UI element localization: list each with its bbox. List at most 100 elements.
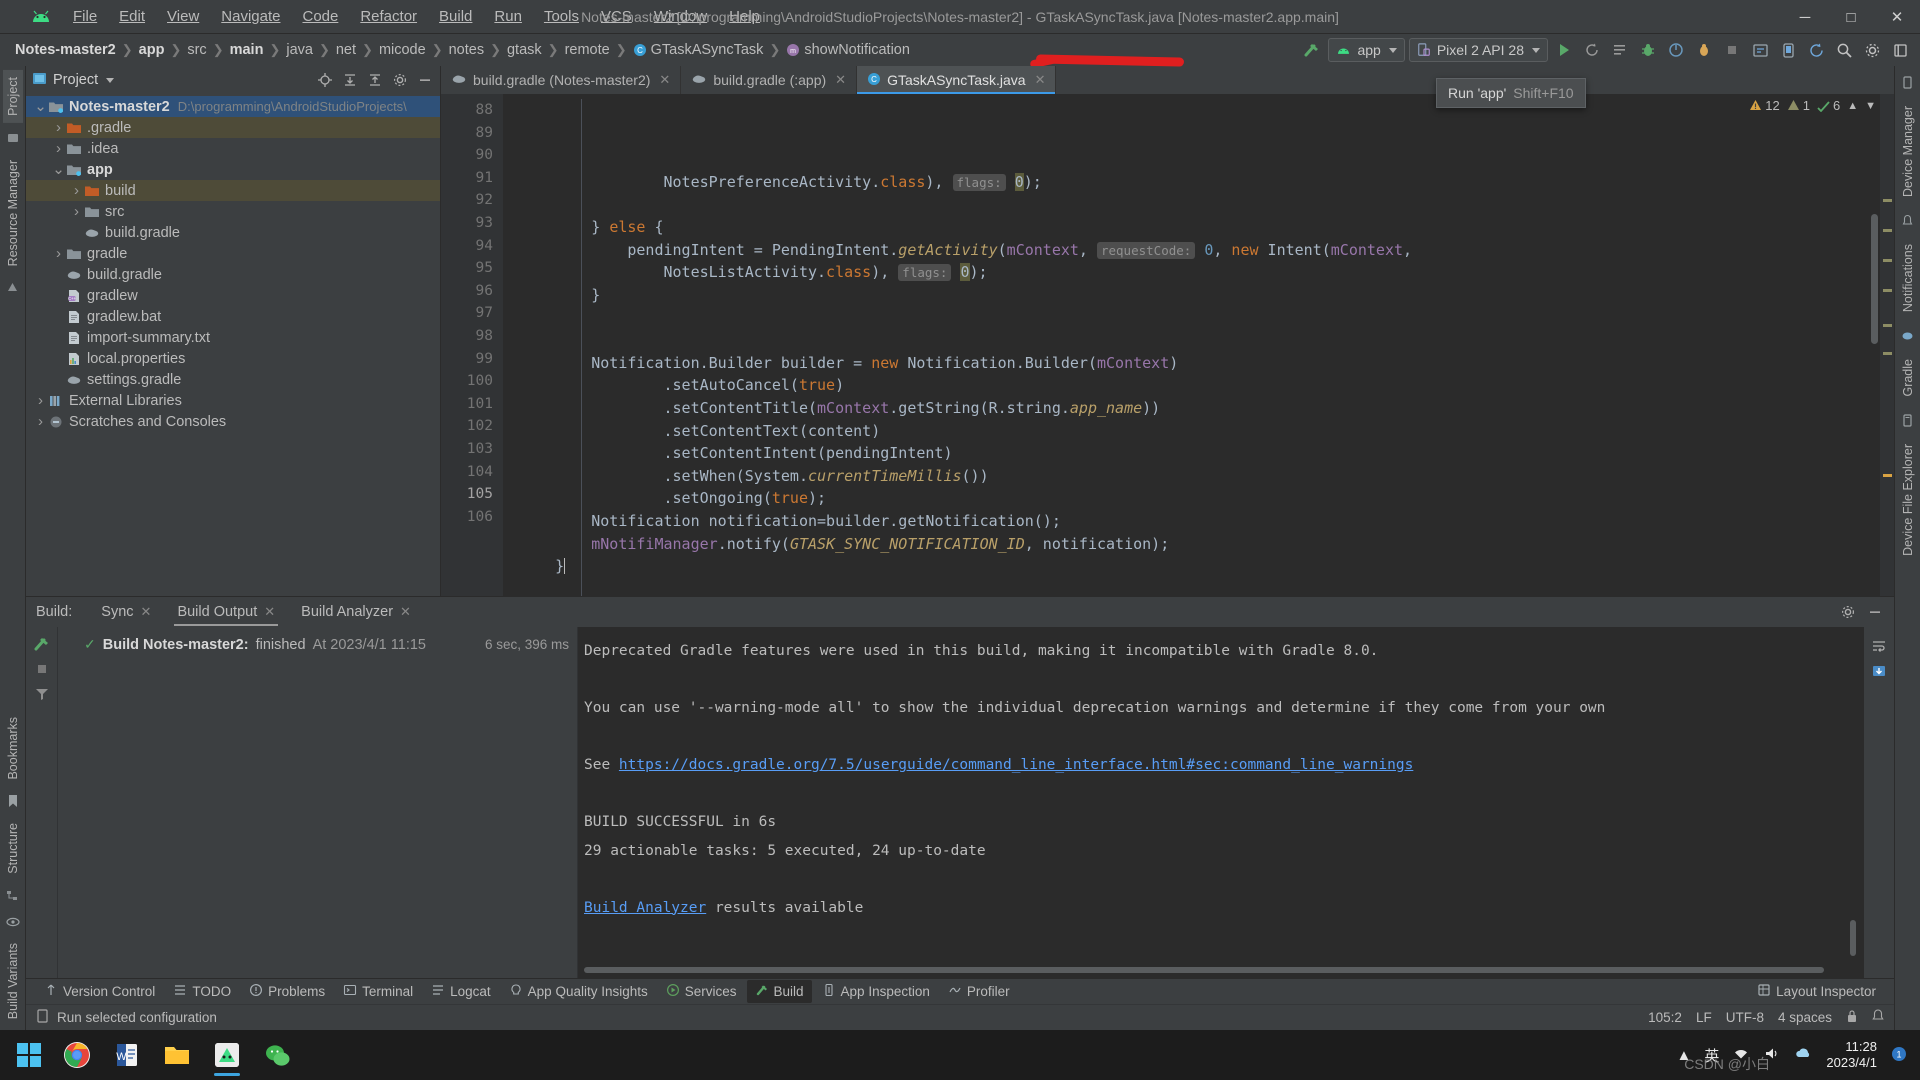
indent-setting[interactable]: 4 spaces	[1778, 1010, 1832, 1025]
code-line-92[interactable]: NotesListActivity.class), flags: 0);	[503, 261, 1894, 284]
tree-node--gradle[interactable]: › .gradle	[26, 117, 440, 138]
chevron-down-icon[interactable]: ⌄	[34, 99, 47, 114]
chevron-right-icon[interactable]: ›	[52, 119, 65, 136]
editor-gutter[interactable]: 888990−919293−94959697989910010110210310…	[441, 94, 514, 596]
tree-node-import-summary-txt[interactable]: import-summary.txt	[26, 327, 440, 348]
chevron-right-icon[interactable]: ›	[70, 203, 83, 220]
build-hammer-icon[interactable]	[1300, 38, 1324, 62]
toolwindow-app-quality-insights[interactable]: App Quality Insights	[501, 980, 656, 1003]
menu-run[interactable]: Run	[483, 5, 533, 28]
console-vscrollbar[interactable]	[1850, 920, 1856, 956]
device-file-explorer-icon[interactable]	[1901, 408, 1914, 433]
profile-icon[interactable]	[1664, 38, 1688, 62]
device-selector-combo[interactable]: Pixel 2 API 28	[1408, 38, 1548, 62]
windows-start-icon[interactable]	[6, 1032, 52, 1078]
taskbar-wechat-icon[interactable]	[252, 1032, 302, 1078]
gutter-line-92[interactable]: 92	[441, 189, 503, 212]
breadcrumb-remote[interactable]: remote	[560, 40, 615, 60]
code-line-106[interactable]	[503, 578, 1894, 596]
action-center-icon[interactable]: 1	[1890, 1046, 1908, 1065]
rail-tab-resource-manager[interactable]: Resource Manager	[3, 153, 23, 273]
breadcrumb-class[interactable]: C GTaskASyncTask	[628, 40, 769, 60]
gutter-line-93[interactable]: 93−	[441, 212, 514, 235]
file-encoding[interactable]: UTF-8	[1726, 1010, 1764, 1025]
menu-help[interactable]: Help	[718, 5, 771, 28]
taskbar-explorer-icon[interactable]	[152, 1032, 202, 1078]
code-line-96[interactable]: Notification.Builder builder = new Notif…	[503, 352, 1894, 375]
search-icon[interactable]	[1832, 38, 1856, 62]
stop-icon[interactable]	[33, 660, 51, 678]
gear-icon[interactable]	[1839, 603, 1857, 621]
chevron-down-icon[interactable]: ▼	[1865, 100, 1876, 112]
breadcrumb-main[interactable]: main	[225, 40, 269, 60]
scroll-to-end-icon[interactable]	[1870, 663, 1888, 681]
editor-marker-track[interactable]	[1880, 94, 1894, 596]
editor-code[interactable]: NotesPreferenceActivity.class), flags: 0…	[503, 94, 1894, 596]
code-line-105[interactable]: }	[503, 555, 1894, 578]
notifications-icon[interactable]	[1872, 1009, 1884, 1026]
chevron-down-icon[interactable]	[106, 77, 115, 83]
locate-icon[interactable]	[316, 71, 334, 89]
restart-icon[interactable]	[33, 635, 51, 653]
menu-window[interactable]: Window	[643, 5, 718, 28]
tree-node-local-properties[interactable]: local.properties	[26, 348, 440, 369]
breadcrumb-src[interactable]: src	[182, 40, 211, 60]
rail-tab-structure[interactable]: Structure	[3, 816, 23, 881]
gear-icon[interactable]	[1860, 38, 1884, 62]
build-result-row[interactable]: ✓ Build Notes-master2: finished At 2023/…	[58, 634, 577, 655]
chevron-down-icon[interactable]: ⌄	[52, 162, 65, 177]
chevron-right-icon[interactable]: ›	[34, 413, 47, 430]
code-line-97[interactable]: .setAutoCancel(true)	[503, 374, 1894, 397]
breadcrumb-notes[interactable]: notes	[444, 40, 489, 60]
code-line-103[interactable]: Notification notification=builder.getNot…	[503, 510, 1894, 533]
tree-node-build-gradle[interactable]: build.gradle	[26, 222, 440, 243]
toolwindow-logcat[interactable]: Logcat	[423, 980, 499, 1003]
debug-icon[interactable]	[1636, 38, 1660, 62]
gutter-line-95[interactable]: 95	[441, 257, 503, 280]
tree-node-app[interactable]: ⌄ app	[26, 159, 440, 180]
rail-tab-gradle[interactable]: Gradle	[1898, 352, 1918, 404]
rerun-icon[interactable]	[1580, 38, 1604, 62]
toolwindow-profiler[interactable]: Profiler	[940, 980, 1018, 1003]
gutter-line-105[interactable]: 105−	[441, 483, 514, 506]
menu-navigate[interactable]: Navigate	[210, 5, 291, 28]
breadcrumb-micode[interactable]: micode	[374, 40, 431, 60]
build-output-tree[interactable]: ✓ Build Notes-master2: finished At 2023/…	[58, 627, 578, 978]
code-line-95[interactable]	[503, 329, 1894, 352]
gradle-rail-icon[interactable]	[1901, 323, 1914, 348]
gradle-sync-icon[interactable]	[1804, 38, 1828, 62]
gutter-line-94[interactable]: 94	[441, 235, 503, 258]
taskbar-chrome-icon[interactable]	[52, 1032, 102, 1078]
gutter-line-89[interactable]: 89	[441, 122, 503, 145]
gutter-line-96[interactable]: 96	[441, 280, 503, 303]
typo-count[interactable]: 6	[1817, 98, 1840, 113]
toolwindow-todo[interactable]: TODO	[165, 980, 239, 1003]
stop-icon[interactable]	[1720, 38, 1744, 62]
editor-tab-build-gradle-app-[interactable]: build.gradle (:app) ✕	[681, 66, 858, 94]
code-line-98[interactable]: .setContentTitle(mContext.getString(R.st…	[503, 397, 1894, 420]
bookmark-icon[interactable]	[7, 788, 19, 814]
avd-manager-icon[interactable]	[1776, 38, 1800, 62]
code-line-102[interactable]: .setOngoing(true);	[503, 487, 1894, 510]
cloud-icon[interactable]	[1794, 1046, 1813, 1064]
hide-icon[interactable]	[416, 71, 434, 89]
code-line-101[interactable]: .setWhen(System.currentTimeMillis())	[503, 465, 1894, 488]
tree-node-src[interactable]: › src	[26, 201, 440, 222]
toolwindow-services[interactable]: Services	[658, 980, 745, 1003]
eye-icon[interactable]	[5, 910, 20, 934]
tree-node-notes-master2[interactable]: ⌄ Notes-master2 D:\programming\AndroidStud…	[26, 96, 440, 117]
tree-node-scratches-and-consoles[interactable]: › Scratches and Consoles	[26, 411, 440, 432]
build-console[interactable]: Deprecated Gradle features were used in …	[578, 627, 1864, 978]
gutter-line-91[interactable]: 91	[441, 167, 503, 190]
weak-warning-count[interactable]: 1	[1787, 98, 1810, 113]
code-line-90[interactable]: } else {	[503, 216, 1894, 239]
close-icon[interactable]: ✕	[264, 604, 275, 620]
build-tab-sync[interactable]: Sync ✕	[88, 599, 164, 626]
code-line-93[interactable]: }	[503, 284, 1894, 307]
menu-code[interactable]: Code	[291, 5, 349, 28]
toolwindow-problems[interactable]: Problems	[241, 980, 333, 1003]
console-link[interactable]: https://docs.gradle.org/7.5/userguide/co…	[619, 757, 1413, 773]
gutter-line-100[interactable]: 100	[441, 370, 503, 393]
toolwindow-layout-inspector[interactable]: Layout Inspector	[1749, 980, 1884, 1003]
editor-tab-gtaskasynctask-java[interactable]: C GTaskASyncTask.java ✕	[857, 66, 1057, 94]
